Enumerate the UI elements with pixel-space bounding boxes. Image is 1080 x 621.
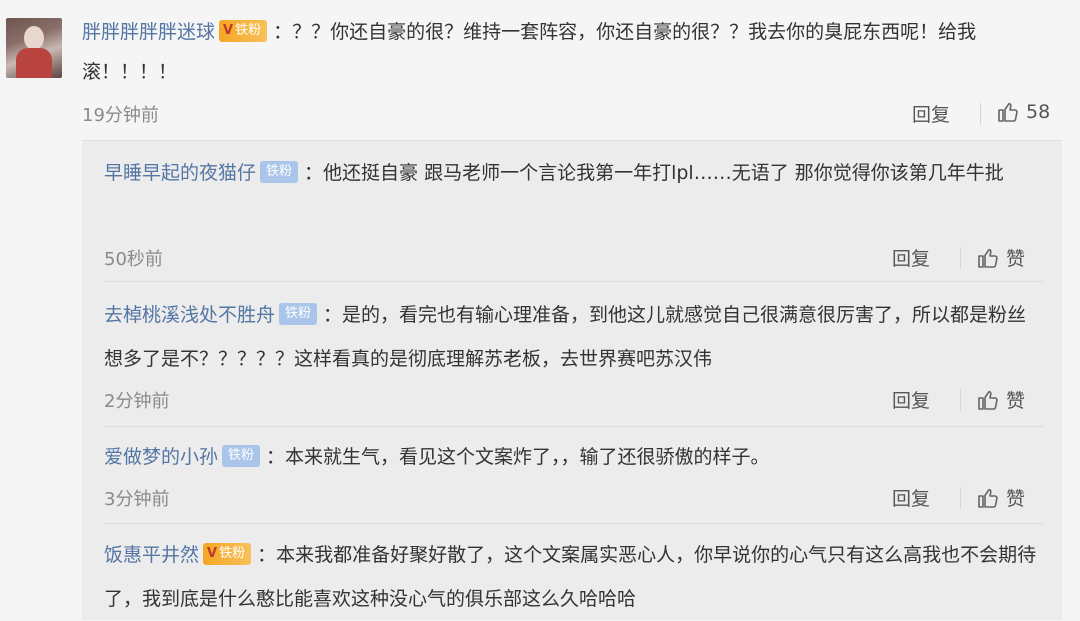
reply-text: ：他还挺自豪 跟马老师一个言论我第一年打lpl……无语了 那你觉得你该第几年牛批	[304, 162, 1004, 184]
like-button[interactable]: 58	[996, 100, 1050, 124]
divider	[104, 426, 1044, 427]
divider	[960, 247, 961, 269]
comment-thread: 胖胖胖胖胖迷球 V 铁粉 ：？？你还自豪的很？维持一套阵容，你还自豪的很？？我去你的臭…	[0, 0, 1080, 620]
reply-button[interactable]: 回复	[912, 100, 950, 127]
reply-username[interactable]: 去棹桃溪浅处不胜舟	[104, 304, 275, 326]
reply-username[interactable]: 爱做梦的小孙	[104, 446, 218, 468]
list-item: 早睡早起的夜猫仔 铁粉 ：他还挺自豪 跟马老师一个言论我第一年打lpl……无语了 那…	[104, 151, 1044, 195]
divider	[104, 281, 1044, 282]
like-label: 赞	[1006, 390, 1026, 412]
reply-button[interactable]: 回复	[892, 244, 930, 271]
fan-badge[interactable]: 铁粉	[279, 303, 318, 325]
fan-badge[interactable]: V 铁粉	[219, 20, 268, 42]
reply-text: ：本来就生气，看见这个文案炸了，，输了还很骄傲的样子。	[266, 446, 770, 468]
thumbs-up-icon	[996, 100, 1020, 124]
fan-badge[interactable]: 铁粉	[222, 445, 261, 467]
like-count: 58	[1026, 101, 1051, 123]
reply-button[interactable]: 回复	[892, 484, 930, 511]
divider	[104, 523, 1044, 524]
reply-time: 50秒前	[104, 249, 163, 270]
reply-button[interactable]: 回复	[892, 386, 930, 413]
fan-badge[interactable]: V 铁粉	[203, 543, 252, 565]
like-button[interactable]: 赞	[976, 244, 1025, 271]
reply-list: 早睡早起的夜猫仔 铁粉 ：他还挺自豪 跟马老师一个言论我第一年打lpl……无语了 那…	[82, 140, 1062, 620]
like-button[interactable]: 赞	[976, 386, 1025, 413]
comment-time: 19分钟前	[82, 105, 159, 126]
like-button[interactable]: 赞	[976, 484, 1025, 511]
reply-username[interactable]: 早睡早起的夜猫仔	[104, 162, 256, 184]
comment-text: ：？？你还自豪的很？维持一套阵容，你还自豪的很？？我去你的臭屁东西呢！给我滚！！…	[82, 21, 977, 83]
thumbs-up-icon	[976, 246, 1000, 270]
divider	[960, 487, 961, 509]
reply-time: 3分钟前	[104, 489, 170, 510]
divider	[980, 103, 981, 125]
fan-badge[interactable]: 铁粉	[260, 161, 299, 183]
avatar[interactable]	[6, 18, 62, 78]
top-comment: 胖胖胖胖胖迷球 V 铁粉 ：？？你还自豪的很？维持一套阵容，你还自豪的很？？我去你的臭…	[82, 12, 1060, 92]
thumbs-up-icon	[976, 486, 1000, 510]
list-item: 去棹桃溪浅处不胜舟 铁粉 ：是的，看完也有输心理准备，到他这儿就感觉自己很满意很厉害…	[104, 293, 1044, 381]
thumbs-up-icon	[976, 388, 1000, 412]
divider	[960, 389, 961, 411]
list-item: 爱做梦的小孙 铁粉 ：本来就生气，看见这个文案炸了，，输了还很骄傲的样子。	[104, 435, 1044, 479]
comment-username[interactable]: 胖胖胖胖胖迷球	[82, 21, 215, 43]
reply-time: 2分钟前	[104, 391, 170, 412]
like-label: 赞	[1006, 248, 1026, 270]
list-item: 饭惠平井然 V 铁粉 ：本来我都准备好聚好散了，这个文案属实恶心人，你早说你的心气只有…	[104, 533, 1044, 621]
reply-username[interactable]: 饭惠平井然	[104, 544, 199, 566]
like-label: 赞	[1006, 488, 1026, 510]
